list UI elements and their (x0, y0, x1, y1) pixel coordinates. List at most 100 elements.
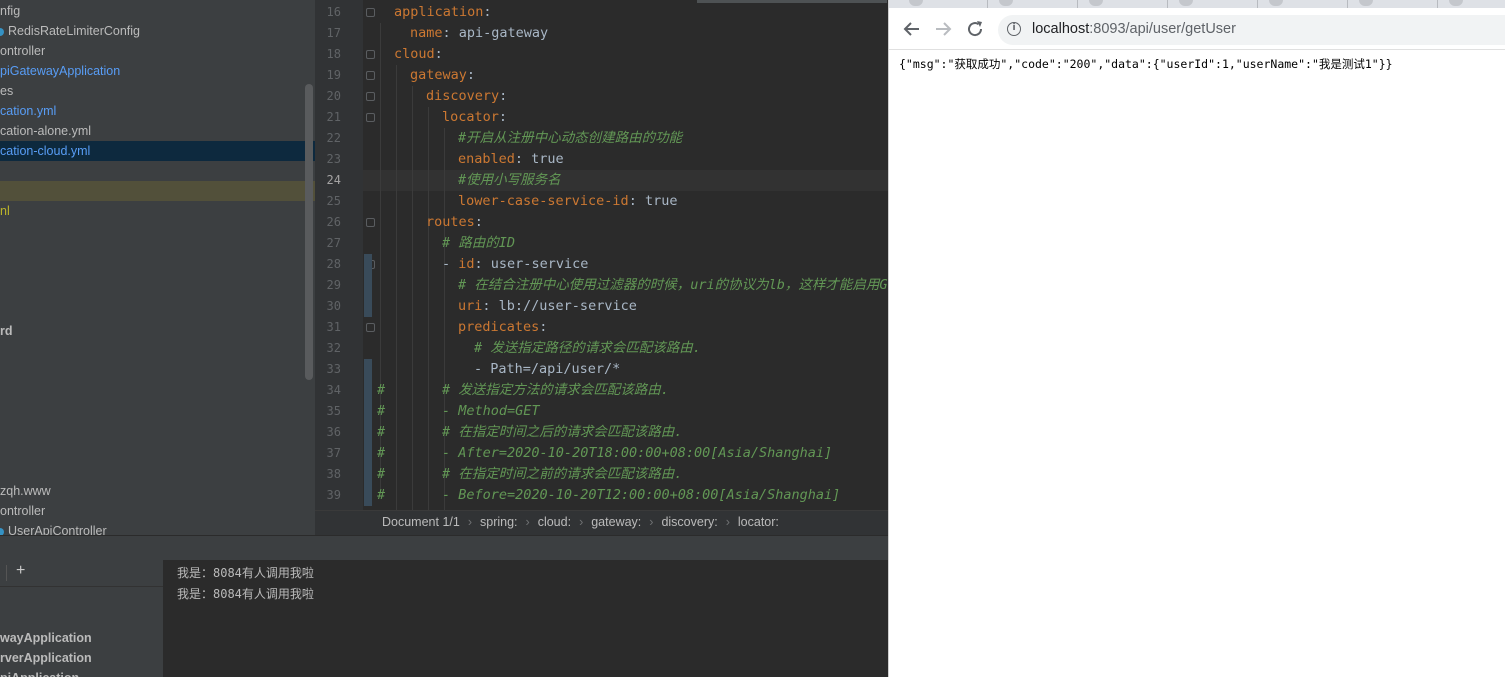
fold-marker-icon[interactable] (366, 50, 375, 59)
code-line[interactable]: # # 在指定时间之前的请求会匹配该路由. (377, 464, 682, 485)
back-arrow-icon[interactable] (901, 18, 923, 40)
project-tree-item[interactable]: RedisRateLimiterConfig (0, 21, 315, 41)
change-marker (364, 485, 372, 506)
tab-divider (987, 0, 988, 8)
forward-arrow-icon[interactable] (932, 18, 954, 40)
project-tree-item[interactable]: es (0, 81, 315, 101)
yaml-colon: : (474, 214, 483, 230)
tab-stub[interactable] (1449, 0, 1463, 6)
code-line[interactable]: # # 在指定时间之后的请求会匹配该路由. (377, 422, 682, 443)
run-config-item[interactable]: rverApplication (0, 651, 92, 665)
code-line[interactable]: # 在结合注册中心使用过滤器的时候，uri的协议为lb，这样才能启用Gat (458, 275, 888, 296)
code-line[interactable]: # - Before=2020-10-20T12:00:00+08:00[Asi… (377, 485, 840, 506)
code-line[interactable]: #使用小写服务名 (458, 170, 561, 191)
tab-stub[interactable] (1179, 0, 1193, 6)
yaml-key: lower-case-service-id (458, 193, 629, 209)
tab-stub[interactable] (1359, 0, 1373, 6)
fold-marker-icon[interactable] (366, 8, 375, 17)
yaml-comment: # 路由的ID (442, 235, 516, 251)
project-tree-item[interactable]: cation-cloud.yml (0, 141, 315, 161)
tab-divider (1167, 0, 1168, 8)
code-line[interactable]: # # 发送指定方法的请求会匹配该路由. (377, 380, 669, 401)
breadcrumb-item[interactable]: spring: (480, 515, 518, 529)
add-icon[interactable]: + (16, 562, 25, 580)
fold-marker-icon[interactable] (366, 323, 375, 332)
code-line[interactable]: - id: user-service (442, 254, 588, 275)
project-tree-item[interactable]: nfig (0, 1, 315, 21)
project-tree-item[interactable] (0, 181, 315, 201)
tab-stub[interactable] (999, 0, 1013, 6)
code-line[interactable]: enabled: true (458, 149, 564, 170)
breadcrumb-item[interactable]: gateway: (591, 515, 641, 529)
line-number: 31 (326, 320, 341, 334)
yaml-colon: : (539, 319, 548, 335)
yaml-comment: # # 在指定时间之前的请求会匹配该路由. (377, 466, 683, 482)
code-line[interactable]: # 路由的ID (442, 233, 515, 254)
code-line[interactable]: uri: lb://user-service (458, 296, 637, 317)
code-editor[interactable]: 16 17 18 19 20 21 22 23 24 25 26 27 28 29 30 31 32 33 34 35… (315, 0, 888, 510)
run-config-item[interactable]: piApplication (0, 671, 79, 677)
reload-icon[interactable] (964, 18, 986, 40)
code-line[interactable]: #开启从注册中心动态创建路由的功能 (458, 128, 682, 149)
fold-marker-icon[interactable] (366, 218, 375, 227)
project-tree-item[interactable]: rd (0, 321, 315, 341)
breadcrumb-item[interactable]: cloud: (538, 515, 571, 529)
yaml-comment: # - Before=2020-10-20T12:00:00+08:00[Asi… (377, 487, 841, 503)
project-tree-item[interactable]: nl (0, 201, 315, 221)
breadcrumb-item[interactable]: discovery: (661, 515, 717, 529)
yaml-comment: # - Method=GET (377, 403, 540, 419)
code-line[interactable]: application: (394, 2, 492, 23)
yaml-key: gateway (410, 67, 467, 83)
yaml-comment: #开启从注册中心动态创建路由的功能 (458, 130, 683, 146)
code-line[interactable]: cloud: (394, 44, 443, 65)
code-line[interactable]: gateway: (410, 65, 475, 86)
project-tree-scrollbar[interactable] (305, 84, 313, 380)
project-tree-item-label: ontroller (0, 504, 46, 518)
code-line[interactable]: # - Method=GET (377, 401, 540, 422)
run-config-item[interactable]: wayApplication (0, 631, 92, 645)
run-toolbar: + (0, 560, 163, 587)
breadcrumb-item[interactable]: Document 1/1 (382, 515, 460, 529)
address-bar[interactable]: i localhost:8093/api/user/getUser (998, 15, 1505, 45)
fold-marker-icon[interactable] (366, 113, 375, 122)
url-text[interactable]: localhost:8093/api/user/getUser (1032, 21, 1236, 37)
line-number: 33 (326, 362, 341, 376)
fold-marker-icon[interactable] (366, 92, 375, 101)
yaml-value: - Path=/api/user/* (474, 361, 621, 377)
project-tree-item[interactable]: piGatewayApplication (0, 61, 315, 81)
project-tree-item[interactable]: zqh.www (0, 481, 315, 501)
code-line[interactable]: # 发送指定路径的请求会匹配该路由. (474, 338, 701, 359)
info-icon[interactable]: i (1007, 22, 1021, 36)
project-tree-item[interactable]: cation.yml (0, 101, 315, 121)
project-tree-item[interactable]: ontroller (0, 501, 315, 521)
code-line[interactable]: discovery: (426, 86, 507, 107)
line-number: 39 (326, 488, 341, 502)
current-line-highlight (363, 170, 888, 191)
code-line[interactable]: routes: (426, 212, 483, 233)
code-line[interactable]: predicates: (458, 317, 547, 338)
project-tree-item[interactable] (0, 161, 315, 181)
code-line[interactable]: name: api-gateway (410, 23, 548, 44)
code-line[interactable]: - Path=/api/user/* (474, 359, 620, 380)
browser-tab-strip[interactable] (889, 0, 1505, 8)
code-line[interactable]: locator: (442, 107, 507, 128)
yaml-colon: : (434, 46, 443, 62)
yaml-value: true (636, 193, 678, 209)
breadcrumb-item[interactable]: locator: (738, 515, 779, 529)
change-marker (364, 296, 372, 317)
project-tree-item[interactable]: cation-alone.yml (0, 121, 315, 141)
tab-stub[interactable] (1089, 0, 1103, 6)
line-number: 26 (326, 215, 341, 229)
project-tree-item[interactable]: UserApiController (0, 521, 315, 535)
breadcrumb-separator-icon: › (725, 515, 730, 529)
project-tree-item[interactable]: ontroller (0, 41, 315, 61)
line-number: 22 (326, 131, 341, 145)
run-panel-header (0, 535, 888, 561)
fold-marker-icon[interactable] (366, 71, 375, 80)
tab-stub[interactable] (1269, 0, 1283, 6)
tab-stub[interactable] (909, 0, 923, 6)
code-line[interactable]: # - After=2020-10-20T18:00:00+08:00[Asia… (377, 443, 832, 464)
code-line[interactable]: lower-case-service-id: true (458, 191, 677, 212)
project-tree-item-label: RedisRateLimiterConfig (8, 24, 141, 38)
change-marker (364, 380, 372, 401)
